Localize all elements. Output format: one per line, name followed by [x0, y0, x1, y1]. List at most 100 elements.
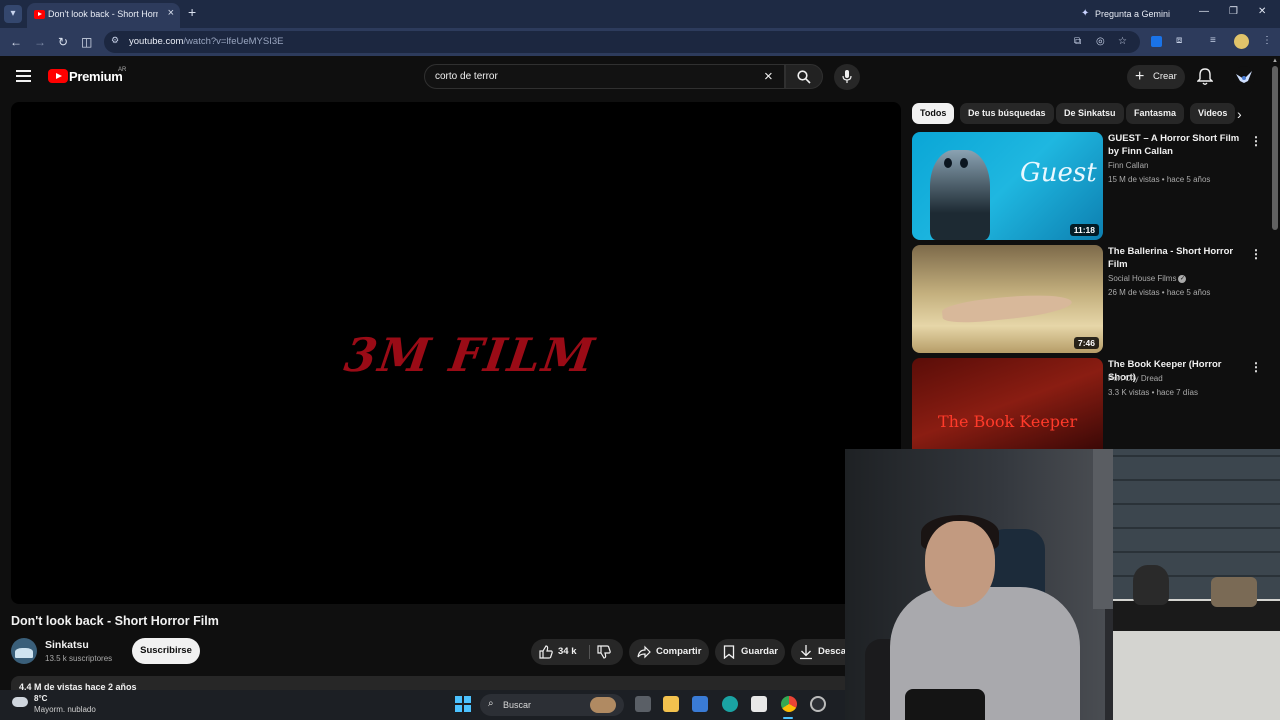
recommendation-meta: 15 M de vistas • hace 5 años: [1108, 175, 1211, 184]
youtube-logo-icon[interactable]: [48, 69, 68, 83]
reading-list-icon[interactable]: ≡: [1210, 35, 1216, 46]
chips-next-chevron-icon[interactable]: ›: [1237, 106, 1242, 122]
recommendation-item[interactable]: The Book Keeper The Book Keeper (Horror …: [912, 358, 1262, 450]
reload-icon[interactable]: ↻: [58, 35, 68, 49]
weather-cloud-icon[interactable]: [12, 697, 28, 707]
bookmark-icon: [723, 645, 735, 659]
recommendation-item[interactable]: Guest 11:18 GUEST – A Horror Short Film …: [912, 132, 1262, 240]
recommendation-title[interactable]: GUEST – A Horror Short Film by Finn Call…: [1108, 132, 1246, 158]
recommendation-title[interactable]: The Ballerina - Short Horror Film: [1108, 245, 1246, 271]
maximize-button[interactable]: ❐: [1229, 6, 1238, 17]
bird-avatar-icon: [1236, 71, 1252, 83]
browser-menu-icon[interactable]: ⋮: [1262, 35, 1272, 46]
thumbs-up-icon[interactable]: [539, 645, 553, 659]
chip-from-channel[interactable]: De Sinkatsu: [1056, 103, 1124, 124]
close-window-button[interactable]: ✕: [1258, 6, 1266, 17]
save-button[interactable]: Guardar: [715, 639, 785, 665]
search-button[interactable]: [785, 64, 823, 89]
file-explorer-icon[interactable]: [663, 696, 679, 712]
new-tab-button[interactable]: +: [188, 4, 196, 20]
voice-search-button[interactable]: [834, 64, 860, 90]
thumbnail-title-art: The Book Keeper: [938, 412, 1078, 431]
address-bar[interactable]: ⚙ youtube.com/watch?v=lfeUeMYSI3E ⧉ ◎ ☆: [104, 31, 1140, 53]
scroll-up-arrow-icon[interactable]: ▲: [1272, 58, 1278, 64]
extension-icon[interactable]: [1151, 36, 1162, 47]
install-app-icon[interactable]: ⧉: [1074, 36, 1081, 47]
hamburger-menu-icon[interactable]: [16, 70, 31, 82]
back-arrow-icon[interactable]: ←: [10, 35, 22, 49]
download-button[interactable]: Descargar: [791, 639, 851, 665]
browser-tab-active[interactable]: Don't look back - Short Horror Film ×: [27, 3, 180, 28]
recommendation-item[interactable]: 7:46 The Ballerina - Short Horror Film S…: [912, 245, 1262, 353]
task-view-icon[interactable]: [635, 696, 651, 712]
split-view-icon[interactable]: ◫: [81, 35, 92, 49]
browser-profile-avatar[interactable]: [1234, 34, 1249, 49]
store-app-icon[interactable]: [692, 696, 708, 712]
microsoft-store-icon[interactable]: [751, 696, 767, 712]
recommendation-thumbnail[interactable]: 7:46: [912, 245, 1103, 353]
webcam-window-frame: [1093, 449, 1113, 609]
thumbs-down-icon[interactable]: [597, 645, 611, 659]
video-duration: 7:46: [1073, 337, 1099, 349]
channel-subscriber-count: 13.5 k suscriptores: [45, 654, 113, 663]
create-button[interactable]: + Crear: [1127, 65, 1185, 89]
webcam-overlay: [845, 449, 1280, 720]
like-dislike-group: 34 k: [531, 639, 623, 665]
recommendation-meta: 26 M de vistas • hace 5 años: [1108, 288, 1211, 297]
share-button[interactable]: Compartir: [629, 639, 709, 665]
recommendation-channel[interactable]: Finn Callan: [1108, 161, 1148, 170]
youtube-premium-wordmark[interactable]: Premium: [69, 69, 123, 84]
chip-todos[interactable]: Todos: [912, 103, 955, 124]
more-options-icon[interactable]: ⋮: [1250, 360, 1262, 374]
video-player[interactable]: 3M FILM: [11, 102, 901, 604]
edge-browser-icon[interactable]: [722, 696, 738, 712]
video-frame-logo: 3M FILM: [341, 328, 600, 382]
bookmark-star-icon[interactable]: ☆: [1118, 36, 1127, 47]
channel-avatar[interactable]: [11, 638, 37, 664]
browser-toolbar: ← → ↻ ◫ ⚙ youtube.com/watch?v=lfeUeMYSI3…: [0, 28, 1280, 56]
more-options-icon[interactable]: ⋮: [1250, 247, 1262, 261]
like-count[interactable]: 34 k: [558, 639, 577, 665]
site-info-icon[interactable]: ⚙: [111, 35, 119, 46]
description-box[interactable]: 4.4 M de vistas hace 2 años: [11, 676, 851, 690]
more-options-icon[interactable]: ⋮: [1250, 134, 1262, 148]
url-text[interactable]: youtube.com/watch?v=lfeUeMYSI3E: [129, 36, 283, 47]
weather-description[interactable]: Mayorm. nublado: [34, 705, 96, 714]
scrollbar-thumb[interactable]: [1272, 66, 1278, 230]
user-avatar[interactable]: [1233, 66, 1255, 88]
download-arrow-icon: [800, 645, 812, 660]
thumbnail-title-art: Guest: [1020, 158, 1097, 188]
url-host: youtube.com: [129, 36, 184, 47]
recommendation-channel[interactable]: Port City Dread: [1108, 374, 1163, 383]
tab-search-menu-button[interactable]: ▾: [4, 5, 22, 23]
recommendation-channel[interactable]: Social House Films: [1108, 274, 1176, 283]
windows-taskbar: 8°C Mayorm. nublado ⌕ Buscar: [0, 690, 845, 720]
clear-search-icon[interactable]: ×: [764, 68, 773, 85]
weather-temperature[interactable]: 8°C: [34, 694, 47, 703]
gemini-sparkle-icon: ✦: [1081, 8, 1090, 19]
chip-fantasma[interactable]: Fantasma: [1126, 103, 1185, 124]
subscribe-button[interactable]: Suscribirse: [132, 638, 200, 664]
forward-arrow-icon[interactable]: →: [34, 35, 46, 49]
eye-off-icon[interactable]: ◎: [1096, 36, 1105, 47]
taskbar-search[interactable]: ⌕ Buscar: [480, 694, 624, 716]
video-duration: 11:18: [1069, 224, 1099, 236]
chip-from-searches[interactable]: De tus búsquedas: [960, 103, 1054, 124]
search-icon: ⌕: [488, 698, 494, 709]
extensions-puzzle-icon[interactable]: ⧈: [1176, 35, 1182, 46]
channel-name[interactable]: Sinkatsu: [45, 639, 89, 651]
chrome-browser-icon[interactable]: [781, 696, 797, 712]
youtube-favicon-icon: [34, 10, 45, 19]
tab-close-icon[interactable]: ×: [168, 7, 174, 19]
minimize-button[interactable]: —: [1199, 6, 1209, 17]
recommendation-channel-row[interactable]: Social House Films ✓: [1108, 274, 1187, 283]
recommendation-thumbnail[interactable]: Guest 11:18: [912, 132, 1103, 240]
windows-start-icon[interactable]: [455, 696, 471, 712]
chip-videos[interactable]: Videos: [1190, 103, 1236, 124]
search-box[interactable]: ×: [424, 64, 785, 89]
search-input[interactable]: [435, 71, 735, 82]
recommendation-thumbnail[interactable]: The Book Keeper: [912, 358, 1103, 450]
notifications-bell-icon[interactable]: [1197, 68, 1213, 86]
gemini-button[interactable]: ✦ Pregunta a Gemini: [1077, 5, 1175, 23]
obs-studio-icon[interactable]: [810, 696, 826, 712]
